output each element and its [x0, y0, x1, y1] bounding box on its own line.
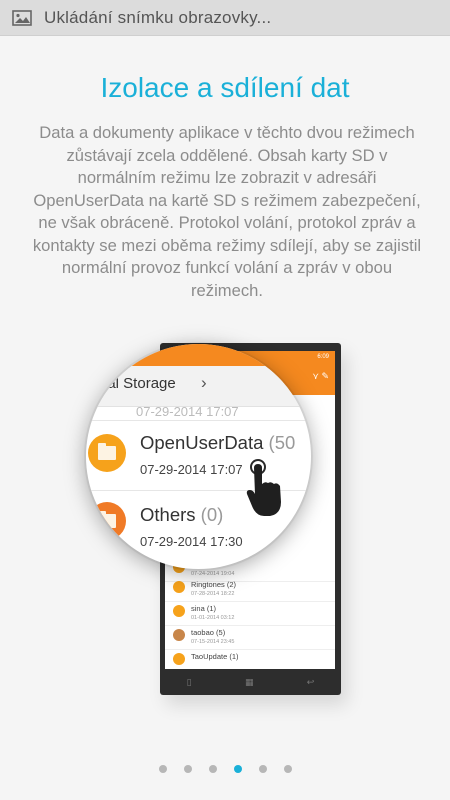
status-bar: Ukládání snímku obrazovky...: [0, 0, 450, 36]
magnified-header: [86, 344, 311, 366]
chevron-right-icon: ›: [201, 373, 207, 392]
folder-title: Others: [140, 504, 196, 525]
folder-date: 07-29-2014 17:07: [140, 462, 243, 477]
storage-path: rnal Storage: [94, 375, 176, 392]
folder-glyph: [98, 443, 116, 460]
folder-icon: [173, 581, 185, 593]
status-text: Ukládání snímku obrazovky...: [44, 7, 272, 27]
phone-time: 6:09: [317, 354, 329, 360]
magnifier-lens: rnal Storage › ⋎ ✎ 07-29-2014 17:07 Open…: [86, 344, 311, 569]
file-date: 01-01-2014 03:12: [191, 615, 235, 621]
page-indicator: [0, 762, 450, 776]
taobao-app-icon: [173, 629, 185, 641]
menu-icon: ▯: [186, 676, 192, 687]
folder-icon: [88, 434, 126, 472]
file-date: 07-15-2014 23:45: [191, 639, 235, 645]
page-dot-active[interactable]: [233, 765, 242, 773]
file-name: TaoUpdate (1): [191, 652, 239, 661]
divider: [86, 420, 311, 421]
partial-date: 07-29-2014 17:07: [136, 404, 239, 419]
file-row: sina (1) 01-01-2014 03:12: [165, 601, 335, 626]
file-name: taobao (5): [191, 628, 226, 637]
file-name: sina (1): [191, 604, 217, 613]
folder-name: OpenUserData (50: [140, 432, 295, 454]
back-icon: ↩: [306, 676, 315, 687]
folder-name: Others (0): [140, 504, 223, 526]
page-dot[interactable]: [183, 765, 192, 773]
filter-icon: ⋎: [288, 383, 297, 395]
page-dot[interactable]: [258, 765, 267, 773]
file-date: 07-28-2014 18:22: [191, 591, 235, 597]
folder-count: (50: [268, 432, 296, 453]
folder-icon: [88, 502, 126, 540]
folder-title: OpenUserData: [140, 432, 264, 453]
folder-icon: [173, 605, 185, 617]
edit-icon: ✎: [306, 381, 311, 395]
folder-icon: [173, 653, 185, 665]
page-dot[interactable]: [158, 765, 167, 773]
file-row: Ringtones (2) 07-28-2014 18:22: [165, 577, 335, 602]
folder-date: 07-29-2014 17:30: [140, 534, 243, 549]
folder-count: (0): [200, 504, 224, 525]
home-icon: ▦: [244, 676, 254, 687]
file-name: Ringtones (2): [191, 580, 237, 589]
page-description: Data a dokumenty aplikace v těchto dvou …: [32, 123, 422, 300]
file-row: taobao (5) 07-15-2014 23:45: [165, 625, 335, 650]
folder-glyph: [98, 511, 116, 528]
page-dot[interactable]: [283, 765, 292, 773]
phone-nav-bar: ▯ ▦ ↩: [160, 673, 341, 691]
image-icon: [12, 9, 32, 26]
phone-toolbar-icons: ⋎ ✎: [312, 371, 329, 381]
page-title: Izolace a sdílení dat: [100, 72, 350, 103]
page-dot[interactable]: [208, 765, 217, 773]
tap-hand-icon: [246, 459, 281, 516]
file-row: TaoUpdate (1): [165, 649, 335, 669]
